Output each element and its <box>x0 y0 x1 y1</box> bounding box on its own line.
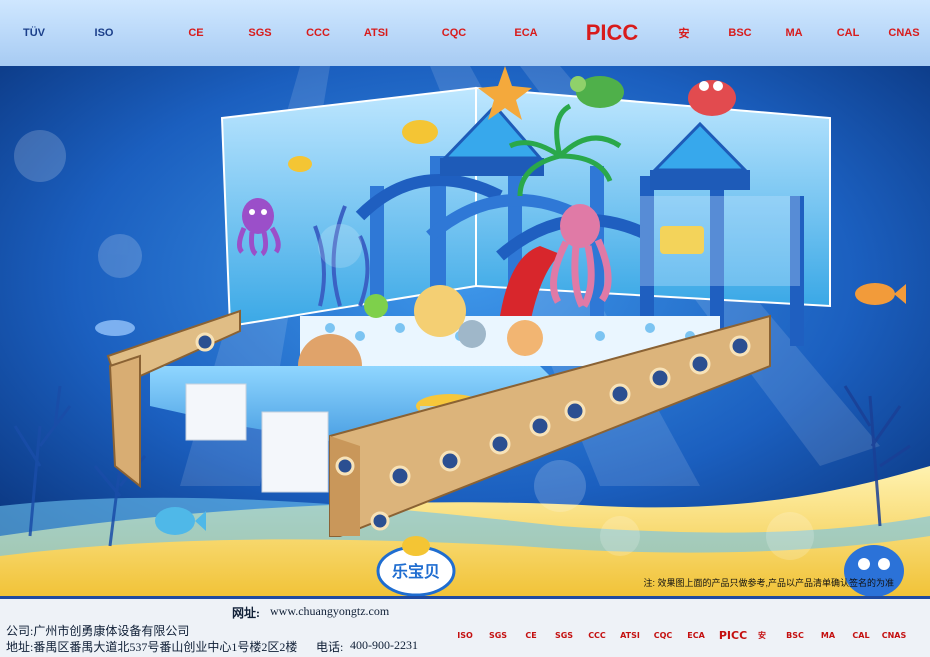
certification-logo-small: CE <box>525 630 537 640</box>
certification-logo: MA <box>785 27 803 39</box>
certification-logo-small: SGS <box>554 630 574 640</box>
certification-logo-small: CQC <box>653 630 673 640</box>
disclaimer-note: 注: 效果图上面的产品只做参考,产品以产品清单确认签名的为准 <box>643 578 894 588</box>
certification-logo: PICC <box>585 20 639 45</box>
page: { "certifications": { "top": ["TÜV", "IS… <box>0 0 930 657</box>
white-gate <box>185 383 247 441</box>
footer-website[interactable]: www.chuangyongtz.com <box>270 604 389 619</box>
fish-left <box>95 320 135 336</box>
certification-logo: ATSI <box>363 27 389 39</box>
crab-figure <box>688 80 736 116</box>
certification-logo: 安 <box>678 28 690 40</box>
spiky-ball-grey <box>458 320 486 348</box>
orange-ball <box>507 320 543 356</box>
brand-logo-text: 乐宝贝 <box>392 562 440 581</box>
certification-logo-small: 安 <box>758 630 766 640</box>
footer-phone-label: 电话: <box>316 640 344 654</box>
white-gate-right <box>261 411 329 493</box>
certification-logo-small: BSC <box>786 630 804 640</box>
yellow-ball <box>414 285 466 337</box>
footer-website-label: 网址: <box>232 606 260 620</box>
certification-logo-small: CCC <box>588 630 606 640</box>
certification-logo: BSC <box>728 27 752 39</box>
certification-logo-small: SGS <box>488 630 508 640</box>
certification-logo: ECA <box>514 27 538 39</box>
certification-logo-small: CNAS <box>881 630 907 640</box>
certification-logo: TÜV <box>23 27 45 39</box>
certification-logo: CQC <box>441 27 467 39</box>
playground-scene: 乐宝贝 <box>0 66 930 596</box>
footer-address: 地址:番禺区番禺大道北537号番山创业中心1号楼2区2楼 <box>6 640 298 654</box>
certification-logo: SGS <box>248 27 272 39</box>
certification-logo-small: PICC <box>718 628 748 642</box>
certification-logo: ISO <box>94 27 114 39</box>
footer-company: 公司:广州市创勇康体设备有限公司 <box>6 624 190 638</box>
certification-logo: CE <box>188 27 204 39</box>
certification-logo-small: ATSI <box>620 630 640 640</box>
certification-logo-small: MA <box>820 630 836 640</box>
certification-logo: CAL <box>836 27 860 39</box>
certification-logo: CCC <box>306 27 330 39</box>
certification-logo-small: ISO <box>457 630 473 640</box>
certification-logo: CNAS <box>888 27 920 39</box>
certification-logo-small: CAL <box>852 630 870 640</box>
green-ball <box>364 294 388 318</box>
footer-phone: 400-900-2231 <box>350 638 418 652</box>
certification-logo-small: ECA <box>687 630 705 640</box>
